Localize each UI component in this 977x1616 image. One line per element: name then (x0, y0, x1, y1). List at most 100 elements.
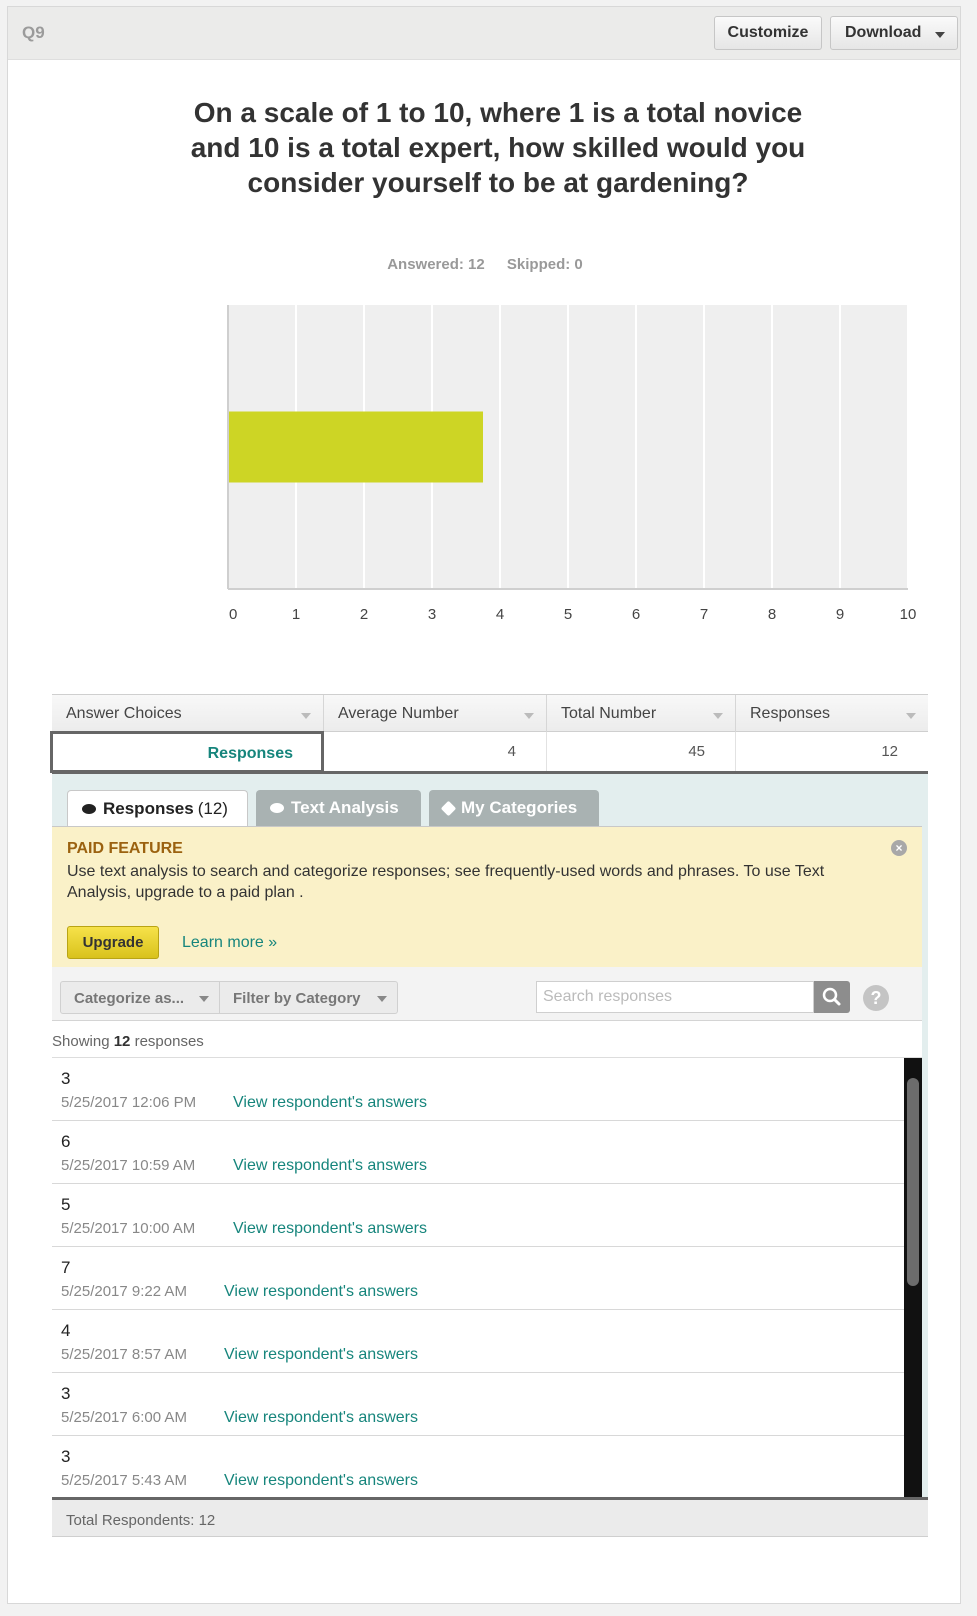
download-button[interactable]: Download (830, 16, 958, 50)
table-header-row: Answer Choices Average Number Total Numb… (52, 694, 928, 733)
x-tick-label: 5 (564, 606, 572, 623)
tab-responses[interactable]: Responses (12) (67, 790, 248, 827)
column-header-responses[interactable]: Responses (736, 695, 928, 733)
learn-more-link[interactable]: Learn more » (182, 934, 277, 952)
answer-choice-cell[interactable]: Responses (50, 731, 324, 773)
scrollbar[interactable] (904, 1058, 922, 1497)
total-respondents: Total Respondents: 12 (52, 1497, 928, 1537)
search-button[interactable] (814, 981, 850, 1013)
tab-my-categories[interactable]: My Categories (429, 790, 599, 826)
x-tick-label: 9 (836, 606, 844, 623)
dropdown-label: Filter by Category (233, 990, 361, 1007)
close-icon[interactable]: × (891, 840, 907, 856)
sort-caret-icon (906, 713, 916, 719)
answer-stats: Answered: 12 Skipped: 0 (8, 256, 962, 273)
x-tick-label: 1 (292, 606, 300, 623)
x-tick-label: 0 (229, 606, 237, 623)
list-item: 4 5/25/2017 8:57 AM View respondent's an… (52, 1310, 904, 1373)
x-tick-label: 8 (768, 606, 776, 623)
x-tick-label: 3 (428, 606, 436, 623)
tab-label: Text Analysis (291, 798, 399, 817)
filter-by-category-dropdown[interactable]: Filter by Category (219, 981, 398, 1014)
response-value: 4 (61, 1321, 71, 1340)
bar-chart: 0 1 2 3 4 5 6 7 8 9 10 (227, 305, 917, 623)
search-icon (822, 987, 841, 1006)
scrollbar-thumb[interactable] (907, 1078, 919, 1286)
list-item: 7 5/25/2017 9:22 AM View respondent's an… (52, 1247, 904, 1310)
tab-count: (12) (197, 799, 228, 818)
card-header: Q9 Customize Download (8, 7, 960, 60)
bar (228, 411, 483, 483)
response-value: 3 (61, 1447, 71, 1466)
showing-number: 12 (113, 1033, 131, 1050)
column-header-label: Answer Choices (66, 705, 182, 722)
response-date: 5/25/2017 5:43 AM (61, 1472, 187, 1489)
chevron-down-icon (199, 996, 209, 1002)
x-tick-label: 4 (496, 606, 504, 623)
total-number-cell: 45 (547, 732, 736, 771)
list-item: 6 5/25/2017 10:59 AM View respondent's a… (52, 1121, 904, 1184)
tab-label: Responses (103, 799, 194, 818)
sort-caret-icon (301, 713, 311, 719)
response-date: 5/25/2017 9:22 AM (61, 1283, 187, 1300)
list-item: 3 5/25/2017 6:00 AM View respondent's an… (52, 1373, 904, 1436)
column-header-total-number[interactable]: Total Number (547, 695, 736, 733)
tag-icon (440, 800, 457, 816)
tab-text-analysis[interactable]: Text Analysis (256, 790, 421, 826)
x-tick-label: 2 (360, 606, 368, 623)
customize-button[interactable]: Customize (714, 16, 822, 50)
view-respondent-link[interactable]: View respondent's answers (224, 1346, 418, 1364)
table-row: Responses 4 45 12 (50, 731, 928, 774)
response-date: 5/25/2017 10:00 AM (61, 1220, 196, 1237)
showing-count: Showing 12 responses (52, 1021, 922, 1058)
view-respondent-link[interactable]: View respondent's answers (233, 1157, 427, 1175)
chevron-down-icon (377, 996, 387, 1002)
response-date: 5/25/2017 12:06 PM (61, 1094, 197, 1111)
search-input[interactable] (536, 981, 814, 1013)
question-id: Q9 (22, 23, 45, 42)
upgrade-button[interactable]: Upgrade (67, 926, 159, 959)
skipped-count: Skipped: 0 (506, 256, 583, 273)
column-header-label: Average Number (338, 705, 459, 722)
categorize-as-dropdown[interactable]: Categorize as... (60, 981, 220, 1014)
column-header-average-number[interactable]: Average Number (324, 695, 547, 733)
view-respondent-link[interactable]: View respondent's answers (224, 1472, 418, 1490)
response-value: 5 (61, 1195, 71, 1214)
sort-caret-icon (524, 713, 534, 719)
list-item: 5 5/25/2017 10:00 AM View respondent's a… (52, 1184, 904, 1247)
cloud-icon (270, 803, 284, 813)
view-respondent-link[interactable]: View respondent's answers (233, 1094, 427, 1112)
column-header-label: Responses (750, 705, 831, 722)
response-value: 3 (61, 1384, 71, 1403)
list-item: 3 5/25/2017 12:06 PM View respondent's a… (52, 1058, 904, 1121)
responses-panel: Responses (12) Text Analysis My Categori… (52, 774, 928, 1537)
filter-bar: Categorize as... Filter by Category ? (52, 967, 922, 1021)
view-respondent-link[interactable]: View respondent's answers (224, 1409, 418, 1427)
response-date: 5/25/2017 10:59 AM (61, 1157, 196, 1174)
chevron-down-icon (935, 32, 945, 38)
responses-cell: 12 (881, 743, 898, 760)
answered-count: Answered: 12 (387, 256, 485, 273)
view-respondent-link[interactable]: View respondent's answers (233, 1220, 427, 1238)
x-tick-label: 7 (700, 606, 708, 623)
list-item: 3 5/25/2017 5:43 AM View respondent's an… (52, 1436, 904, 1497)
response-date: 5/25/2017 6:00 AM (61, 1409, 187, 1426)
response-value: 7 (61, 1258, 71, 1277)
response-list: 3 5/25/2017 12:06 PM View respondent's a… (52, 1058, 922, 1497)
response-date: 5/25/2017 8:57 AM (61, 1346, 187, 1363)
showing-prefix: Showing (52, 1033, 110, 1050)
help-icon[interactable]: ? (863, 985, 889, 1011)
view-respondent-link[interactable]: View respondent's answers (224, 1283, 418, 1301)
paid-feature-text: Use text analysis to search and categori… (67, 863, 825, 901)
response-value: 3 (61, 1069, 71, 1088)
column-header-answer-choices[interactable]: Answer Choices (52, 695, 324, 733)
column-header-label: Total Number (561, 705, 657, 722)
paid-feature-banner: PAID FEATURE Use text analysis to search… (52, 827, 922, 967)
x-tick-label: 6 (632, 606, 640, 623)
sort-caret-icon (713, 713, 723, 719)
x-tick-label: 10 (900, 606, 917, 623)
average-number-cell: 4 (324, 732, 547, 771)
dropdown-label: Categorize as... (74, 990, 185, 1007)
showing-suffix: responses (134, 1033, 204, 1050)
question-title: On a scale of 1 to 10, where 1 is a tota… (190, 97, 806, 198)
